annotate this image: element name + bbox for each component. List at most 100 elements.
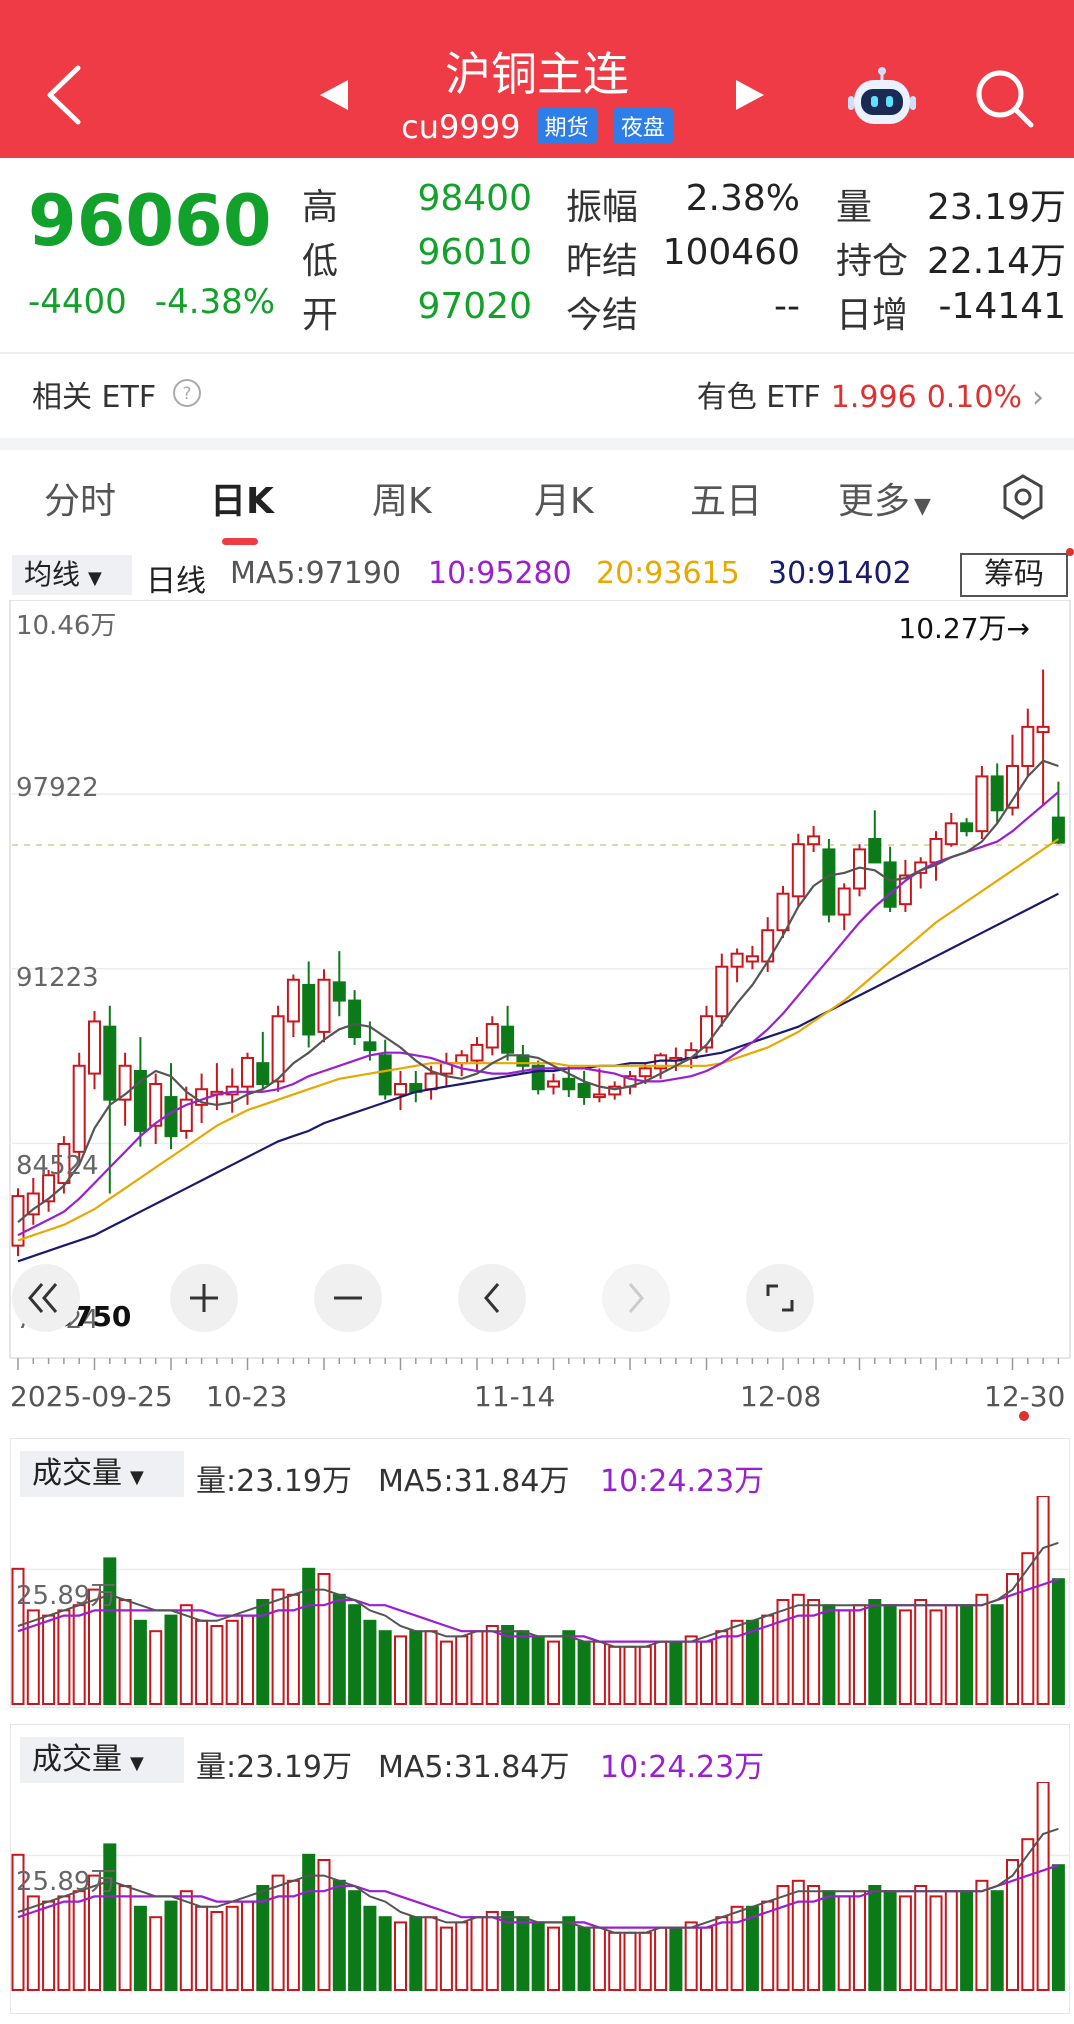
candle-body [883, 861, 897, 908]
help-icon[interactable]: ? [172, 378, 202, 408]
prev-contract-icon[interactable] [318, 78, 350, 112]
stat-value-high: 98400 [417, 178, 532, 219]
volume-bar [363, 1619, 377, 1705]
volume-indicator-label: 成交量 [32, 1742, 122, 1777]
etf-name: 有色 ETF [696, 380, 821, 415]
scroll-left-button[interactable] [12, 1264, 80, 1332]
volume-bar [394, 1635, 407, 1705]
chart-settings-icon[interactable] [998, 472, 1048, 522]
volume-bar [944, 1604, 958, 1705]
candle-body [88, 1020, 101, 1075]
volume-chart-2[interactable]: 25.89万 [10, 1782, 1070, 1992]
volume-bar [944, 1890, 958, 1991]
candle-body [501, 1025, 515, 1054]
volume-bar [730, 1905, 744, 1991]
volume-bar [822, 1604, 836, 1705]
volume-bar [592, 1640, 606, 1706]
ai-assistant-robot-icon[interactable] [846, 66, 918, 128]
chip-distribution-button[interactable]: 筹码 [960, 553, 1068, 597]
volume-bar [394, 1921, 407, 1991]
chevron-right-icon: › [1032, 380, 1044, 415]
stat-value-open-interest: 22.14万 [926, 241, 1066, 282]
y-tick-label: 10.46万 [16, 611, 116, 641]
volume-bar [623, 1931, 637, 1992]
candle-body [363, 1041, 377, 1052]
volume-bar [133, 1905, 147, 1991]
volume-bar [577, 1640, 591, 1706]
candle-body [822, 848, 836, 916]
volume-bar [669, 1640, 683, 1706]
stat-label-open: 开 [302, 295, 339, 336]
next-contract-icon[interactable] [734, 78, 766, 112]
volume-bar [118, 1885, 132, 1991]
volume-bar [271, 1874, 285, 1991]
volume-bar [715, 1630, 729, 1705]
tab-intraday[interactable]: 分时 [44, 472, 116, 524]
last-price: 96060 [28, 180, 272, 262]
volume-ma5-value: MA5:31.84万 [378, 1750, 570, 1785]
volume-indicator-label: 成交量 [32, 1456, 122, 1491]
volume-bar [776, 1599, 790, 1705]
volume-bar [1021, 1552, 1035, 1706]
candlestick-chart[interactable]: 10.46万 97922 91223 84524 77824 10.27万→ 8… [0, 600, 1074, 1430]
volume-bar [179, 1604, 193, 1705]
step-forward-button[interactable] [602, 1264, 670, 1332]
volume-indicator-selector[interactable]: 成交量 ▼ [20, 1451, 184, 1497]
volume-bar [72, 1604, 86, 1705]
volume-bar [531, 1635, 545, 1705]
tab-monthly-k[interactable]: 月K [534, 472, 594, 524]
volume-bar [363, 1905, 377, 1991]
step-back-button[interactable] [458, 1264, 526, 1332]
volume-bar [164, 1900, 178, 1991]
candle-body [944, 822, 958, 846]
volume-bar [149, 1916, 163, 1991]
volume-indicator-selector-2[interactable]: 成交量 ▼ [20, 1737, 184, 1783]
volume-bar [378, 1916, 392, 1991]
volume-bar [684, 1921, 698, 1991]
volume-bar [822, 1890, 836, 1991]
futures-tag: 期货 [536, 108, 597, 144]
tab-daily-k[interactable]: 日K [210, 472, 274, 524]
candle-body [394, 1083, 407, 1096]
tab-more[interactable]: 更多 ▼ [838, 472, 931, 524]
volume-bar [608, 1931, 622, 1992]
stat-value-amplitude: 2.38% [685, 178, 800, 219]
candle-body [577, 1083, 591, 1099]
related-etf-label: 相关 ETF [32, 380, 157, 415]
volume-bar [1036, 1496, 1050, 1705]
fullscreen-button[interactable] [746, 1264, 814, 1332]
volume-y-tick-label: 25.89万 [16, 1867, 116, 1897]
x-tick-label: 12-30 [984, 1380, 1065, 1413]
volume-bar [455, 1921, 469, 1991]
volume-bar [378, 1630, 392, 1705]
tab-weekly-k[interactable]: 周K [372, 472, 432, 524]
candle-body [715, 965, 729, 1018]
volume-bar [317, 1573, 331, 1705]
volume-bar [225, 1905, 239, 1991]
zoom-out-button[interactable] [314, 1264, 382, 1332]
volume-bar [348, 1604, 362, 1705]
tab-five-day[interactable]: 五日 [690, 472, 762, 524]
volume-bars [10, 1782, 1070, 1992]
x-tick-label: 10-23 [206, 1380, 287, 1413]
candle-body [72, 1064, 86, 1153]
volume-bar [853, 1890, 866, 1991]
indicator-selector-label: 均线 [24, 558, 81, 591]
volume-bar [179, 1890, 193, 1991]
stat-value-today-settle: -- [774, 286, 800, 327]
search-icon[interactable] [972, 66, 1036, 130]
volume-bar [241, 1614, 254, 1705]
candle-body [241, 1056, 254, 1088]
volume-chart[interactable]: 25.89万 [10, 1496, 1070, 1706]
volume-bar [562, 1630, 576, 1705]
indicator-selector[interactable]: 均线 ▼ [12, 555, 132, 595]
volume-value: 量:23.19万 [196, 1464, 352, 1499]
current-day-dot [1019, 1411, 1029, 1421]
related-etf-link[interactable]: 有色 ETF 1.996 0.10% › [697, 372, 1044, 416]
volume-bar [133, 1619, 147, 1705]
zoom-in-button[interactable] [170, 1264, 238, 1332]
candle-body [302, 983, 316, 1036]
volume-bar [898, 1895, 912, 1991]
volume-bar [439, 1926, 453, 1992]
volume-bar [332, 1593, 346, 1705]
